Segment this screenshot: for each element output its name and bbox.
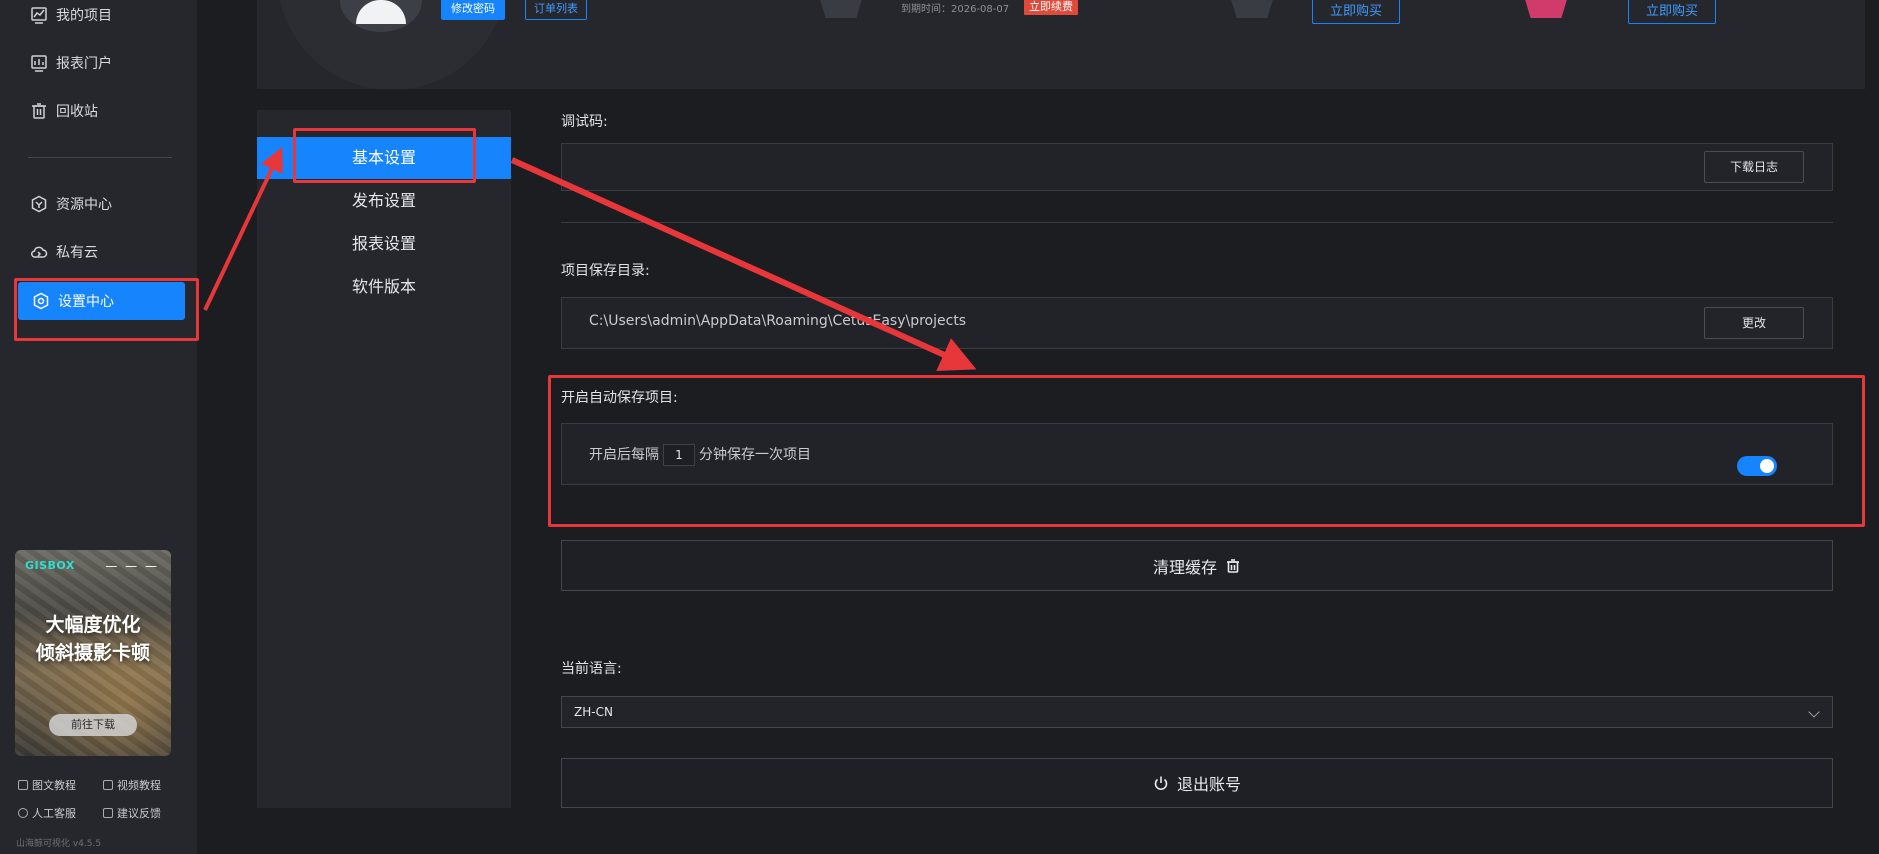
chevron-down-icon <box>1808 706 1820 718</box>
promo-banner[interactable]: GISBOX — — — 大幅度优化 倾斜摄影卡顿 前往下载 <box>15 550 171 756</box>
support-link[interactable]: 人工客服 <box>18 805 76 821</box>
trash-icon <box>30 102 48 120</box>
promo-logo: GISBOX <box>25 559 75 572</box>
language-label: 当前语言: <box>561 661 622 677</box>
tab-report-settings[interactable]: 报表设置 <box>257 223 511 265</box>
save-dir-label: 项目保存目录: <box>561 263 650 279</box>
text-tutorial-label: 图文教程 <box>32 779 76 792</box>
autosave-interval-input[interactable]: 1 <box>663 444 695 466</box>
gear-icon <box>32 292 50 310</box>
video-tutorial-link[interactable]: 视频教程 <box>103 777 161 793</box>
language-value: ZH-CN <box>574 705 613 719</box>
sidebar-item-private-cloud[interactable]: 私有云 <box>30 235 98 269</box>
autosave-suffix: 分钟保存一次项目 <box>699 447 811 463</box>
sidebar-item-label: 我的项目 <box>56 8 112 24</box>
autosave-setting: 开启后每隔 1 分钟保存一次项目 <box>589 444 811 466</box>
sidebar-item-recycle-bin[interactable]: 回收站 <box>30 94 98 128</box>
settings-menu: 基本设置 发布设置 报表设置 软件版本 <box>257 110 511 808</box>
save-dir-box: C:\Users\admin\AppData\Roaming\CetusEasy… <box>561 297 1833 349</box>
sidebar-item-resource-center[interactable]: 资源中心 <box>30 187 112 221</box>
premium-badge-icon <box>1524 0 1568 18</box>
autosave-box: 开启后每隔 1 分钟保存一次项目 <box>561 423 1833 485</box>
sidebar-divider <box>28 157 172 158</box>
cloud-icon <box>30 243 48 261</box>
support-label: 人工客服 <box>32 807 76 820</box>
trash-icon <box>1225 558 1241 574</box>
tab-basic-settings[interactable]: 基本设置 <box>257 137 511 179</box>
sidebar-item-label: 回收站 <box>56 104 98 120</box>
language-select[interactable]: ZH-CN <box>561 696 1833 728</box>
sidebar-item-settings-center[interactable]: 设置中心 <box>18 282 185 320</box>
chart-line-icon <box>30 6 48 24</box>
debug-code-label: 调试码: <box>561 114 608 130</box>
autosave-label: 开启自动保存项目: <box>561 390 678 406</box>
user-info-panel: 修改密码 订单列表 到期时间：2026-08-07 立即续费 立即购买 立即购买 <box>257 0 1865 89</box>
section-divider <box>561 222 1833 223</box>
video-icon <box>103 780 113 790</box>
logout-button[interactable]: 退出账号 <box>561 758 1833 808</box>
download-log-button[interactable]: 下载日志 <box>1704 151 1804 183</box>
sidebar-item-my-projects[interactable]: 我的项目 <box>30 0 112 32</box>
promo-dots: — — — <box>105 559 159 573</box>
feedback-link[interactable]: 建议反馈 <box>103 805 161 821</box>
sidebar-item-label: 报表门户 <box>56 56 112 72</box>
document-icon <box>18 780 28 790</box>
clear-cache-label: 清理缓存 <box>1152 557 1217 577</box>
logout-label: 退出账号 <box>1176 775 1241 794</box>
text-tutorial-link[interactable]: 图文教程 <box>18 777 76 793</box>
hexagon-icon <box>30 195 48 213</box>
feedback-icon <box>103 808 113 818</box>
tab-publish-settings[interactable]: 发布设置 <box>257 180 511 222</box>
promo-download-button[interactable]: 前往下载 <box>49 714 137 736</box>
save-dir-path: C:\Users\admin\AppData\Roaming\CetusEasy… <box>589 313 967 329</box>
sidebar-item-label: 设置中心 <box>58 294 114 310</box>
sidebar: 我的项目 报表门户 回收站 资源中心 私有云 设置中心 GISBOX — — — <box>0 0 198 854</box>
expire-date: 到期时间：2026-08-07 <box>901 4 1010 15</box>
sidebar-item-label: 私有云 <box>56 245 98 261</box>
buy-now-button-2[interactable]: 立即购买 <box>1628 0 1716 24</box>
membership-badge-icon <box>819 0 863 18</box>
tab-software-version[interactable]: 软件版本 <box>257 266 511 308</box>
headset-icon <box>18 808 28 818</box>
change-dir-button[interactable]: 更改 <box>1704 307 1804 339</box>
video-tutorial-label: 视频教程 <box>117 779 161 792</box>
feedback-label: 建议反馈 <box>117 807 161 820</box>
autosave-prefix: 开启后每隔 <box>589 447 659 463</box>
promo-headline-2: 倾斜摄影卡顿 <box>35 642 150 664</box>
clear-cache-button[interactable]: 清理缓存 <box>561 540 1833 591</box>
debug-code-box: 下载日志 <box>561 143 1833 191</box>
sidebar-item-report-portal[interactable]: 报表门户 <box>30 46 112 80</box>
power-icon <box>1153 775 1169 791</box>
autosave-toggle[interactable] <box>1737 456 1777 476</box>
version-label: 山海鲸可视化 v4.5.5 <box>16 839 102 849</box>
sidebar-item-label: 资源中心 <box>56 197 112 213</box>
report-icon <box>30 54 48 72</box>
promo-headline-1: 大幅度优化 <box>45 614 141 636</box>
order-list-button[interactable]: 订单列表 <box>525 0 587 20</box>
renew-button[interactable]: 立即续费 <box>1024 0 1078 15</box>
package-badge-icon <box>1230 0 1274 18</box>
buy-now-button-1[interactable]: 立即购买 <box>1312 0 1400 24</box>
change-password-button[interactable]: 修改密码 <box>441 0 505 20</box>
